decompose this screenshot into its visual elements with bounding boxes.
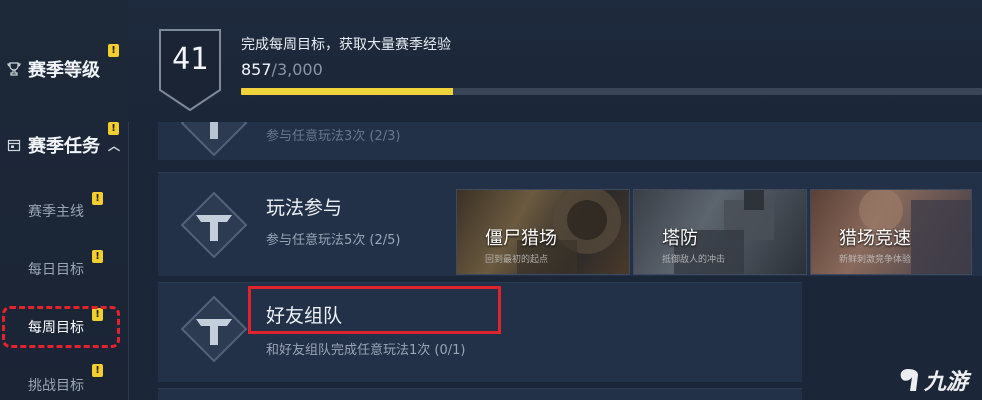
season-level-number: 41 bbox=[171, 42, 209, 77]
task-title: 玩法参与 bbox=[266, 197, 343, 219]
watermark-text: 九游 bbox=[924, 370, 969, 395]
mode-subtitle: 新鲜刺激竞争体验 bbox=[839, 255, 912, 265]
task-card[interactable] bbox=[158, 388, 802, 400]
mode-name: 猎场竞速 bbox=[839, 228, 911, 249]
header-title: 完成每周目标，获取大量赛季经验 bbox=[241, 37, 451, 53]
mode-name: 塔防 bbox=[662, 228, 698, 249]
xp-readout: 857/3,000 bbox=[241, 60, 323, 79]
alert-badge-icon: ! bbox=[108, 122, 119, 135]
xp-progress-bar bbox=[241, 88, 982, 95]
alert-badge-icon: ! bbox=[108, 44, 119, 57]
task-emblem-icon bbox=[180, 191, 248, 259]
mode-card-race[interactable]: 猎场竞速 新鲜刺激竞争体验 bbox=[810, 189, 972, 275]
task-emblem-icon bbox=[180, 295, 248, 363]
sidebar-subitem-challenge[interactable]: 挑战目标 bbox=[0, 372, 128, 398]
sidebar-item-season-level[interactable]: 赛季等级 bbox=[0, 54, 128, 84]
task-description: 和好友组队完成任意玩法1次 (0/1) bbox=[266, 343, 466, 358]
task-description: 参与任意玩法5次 (2/5) bbox=[266, 233, 401, 248]
season-header: 41 完成每周目标，获取大量赛季经验 857/3,000 bbox=[128, 0, 982, 122]
mode-thumbnails: 僵尸猎场 回到最初的起点 塔防 抵御敌人的冲击 猎场竞速 新鲜刺激竞争体验 bbox=[456, 189, 972, 275]
chevron-up-icon[interactable]: ︿ bbox=[108, 137, 120, 154]
alert-badge-icon: ! bbox=[92, 250, 103, 263]
mode-subtitle: 抵御敌人的冲击 bbox=[662, 255, 726, 265]
sidebar-subitem-season-main[interactable]: 赛季主线 bbox=[0, 198, 128, 224]
xp-max: 3,000 bbox=[276, 60, 323, 79]
sidebar-subitem-daily[interactable]: 每日目标 bbox=[0, 256, 128, 282]
xp-progress-fill bbox=[241, 88, 453, 95]
nine-game-logo-icon bbox=[900, 369, 918, 391]
alert-badge-icon: ! bbox=[92, 364, 103, 377]
mode-card-tower-defense[interactable]: 塔防 抵御敌人的冲击 bbox=[633, 189, 807, 275]
watermark-logo: 九游 bbox=[896, 364, 968, 396]
task-card[interactable]: 玩法参与 参与任意玩法5次 (2/5) 僵尸猎场 回到最初的起点 塔防 抵御敌人… bbox=[158, 172, 982, 276]
mode-card-zombie[interactable]: 僵尸猎场 回到最初的起点 bbox=[456, 189, 630, 275]
task-description: 参与任意玩法3次 (2/3) bbox=[266, 129, 401, 144]
alert-badge-icon: ! bbox=[92, 192, 103, 205]
sidebar-label-season-level: 赛季等级 bbox=[28, 60, 100, 81]
mode-name: 僵尸猎场 bbox=[485, 228, 557, 249]
sidebar: 赛季等级 ! 赛季任务 ︿ ! 赛季主线 ! 每日目标 ! 每周目标 ! 挑战目… bbox=[0, 0, 129, 400]
xp-current: 857 bbox=[241, 60, 272, 79]
sidebar-label-season-tasks: 赛季任务 bbox=[28, 136, 100, 157]
mode-subtitle: 回到最初的起点 bbox=[485, 255, 549, 265]
annotation-red-highlight bbox=[248, 286, 501, 334]
calendar-icon bbox=[6, 137, 22, 153]
trophy-icon bbox=[6, 61, 22, 77]
annotation-dashed-highlight bbox=[2, 306, 120, 348]
